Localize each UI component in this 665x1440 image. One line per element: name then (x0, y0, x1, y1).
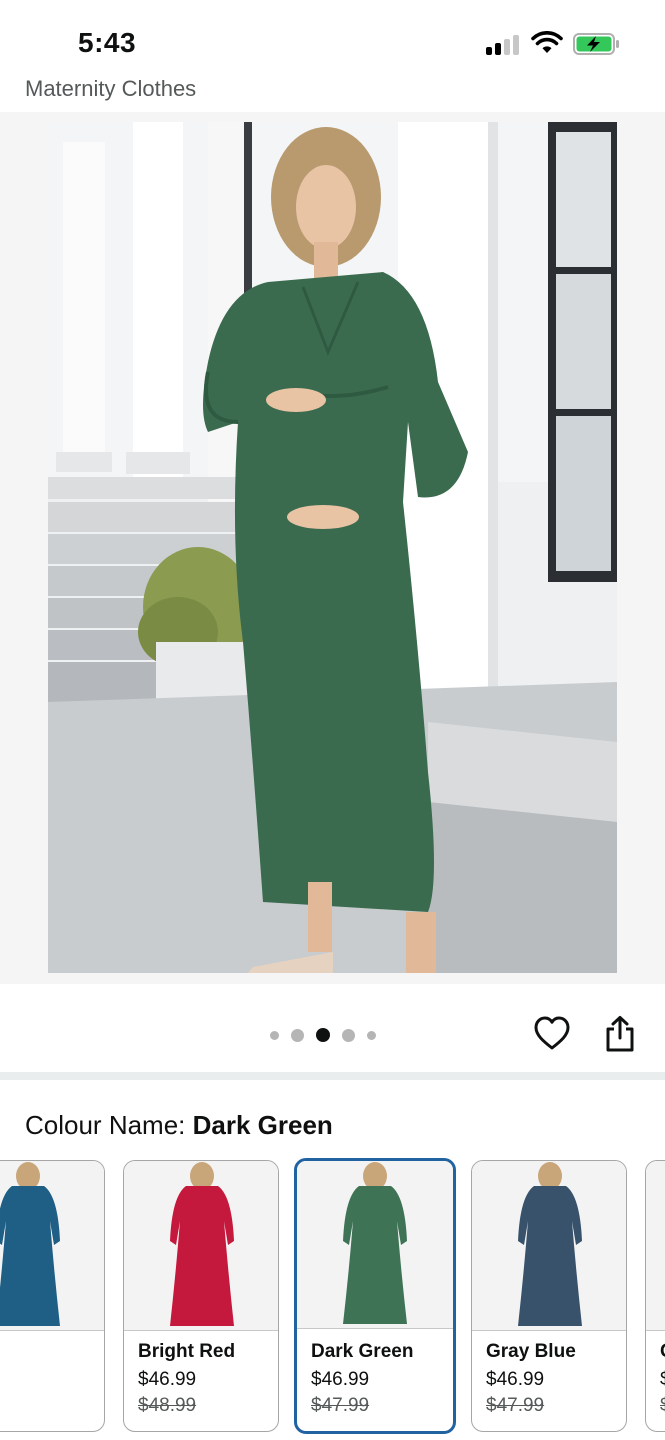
swatch-blue[interactable]: e 99 99 (0, 1160, 105, 1432)
status-time: 5:43 (78, 27, 137, 58)
battery-charging-icon (573, 33, 619, 55)
colour-name-label: Colour Name: Dark Green (25, 1110, 333, 1141)
carousel-dot[interactable] (270, 1030, 279, 1040)
swatch-list-price: $ (660, 1395, 665, 1417)
swatch-list-price: $48.99 (138, 1395, 197, 1416)
swatch-partial-next[interactable]: C $ $ (645, 1160, 665, 1432)
swatch-dark-green[interactable]: Dark Green $46.99 $47.99 (294, 1158, 456, 1434)
carousel-dot[interactable] (342, 1028, 355, 1042)
swatch-price: $46.99 (311, 1369, 370, 1390)
carousel-dot-active[interactable] (316, 1028, 330, 1042)
heart-icon[interactable] (533, 1014, 571, 1054)
colour-label-prefix: Colour Name: (25, 1110, 193, 1140)
swatch-name: C (660, 1341, 665, 1363)
page-title: Maternity Clothes (25, 76, 197, 101)
swatch-bright-red[interactable]: Bright Red $46.99 $48.99 (123, 1160, 279, 1432)
image-carousel-dots[interactable] (270, 1025, 376, 1045)
status-bar: 5:43 (0, 0, 665, 72)
swatch-thumbnail (124, 1161, 278, 1331)
colour-swatch-row[interactable]: e 99 99 Bright Red $46.99 $48.99 Dark Gr… (0, 1158, 665, 1440)
cellular-signal-icon (486, 33, 520, 55)
swatch-thumbnail (646, 1161, 665, 1331)
swatch-gray-blue[interactable]: Gray Blue $46.99 $47.99 (471, 1160, 627, 1432)
wifi-icon (531, 31, 563, 53)
swatch-price: $46.99 (486, 1369, 545, 1390)
swatch-price: $46.99 (138, 1369, 197, 1390)
product-main-image[interactable] (48, 122, 617, 973)
carousel-dot[interactable] (291, 1028, 304, 1042)
swatch-price: $ (660, 1369, 665, 1391)
carousel-dot[interactable] (367, 1030, 376, 1040)
swatch-dress (0, 1186, 60, 1326)
swatch-name: Bright Red (138, 1341, 236, 1362)
swatch-list-price: $47.99 (486, 1395, 545, 1416)
swatch-thumbnail (297, 1161, 453, 1329)
colour-selected-name: Dark Green (192, 1110, 333, 1140)
swatch-thumbnail (0, 1161, 104, 1331)
section-divider (0, 1072, 665, 1080)
swatch-list-price: $47.99 (311, 1395, 370, 1416)
swatch-name: Gray Blue (486, 1341, 576, 1362)
swatch-thumbnail (472, 1161, 626, 1331)
swatch-name: Dark Green (311, 1341, 414, 1362)
share-icon[interactable] (603, 1014, 637, 1054)
